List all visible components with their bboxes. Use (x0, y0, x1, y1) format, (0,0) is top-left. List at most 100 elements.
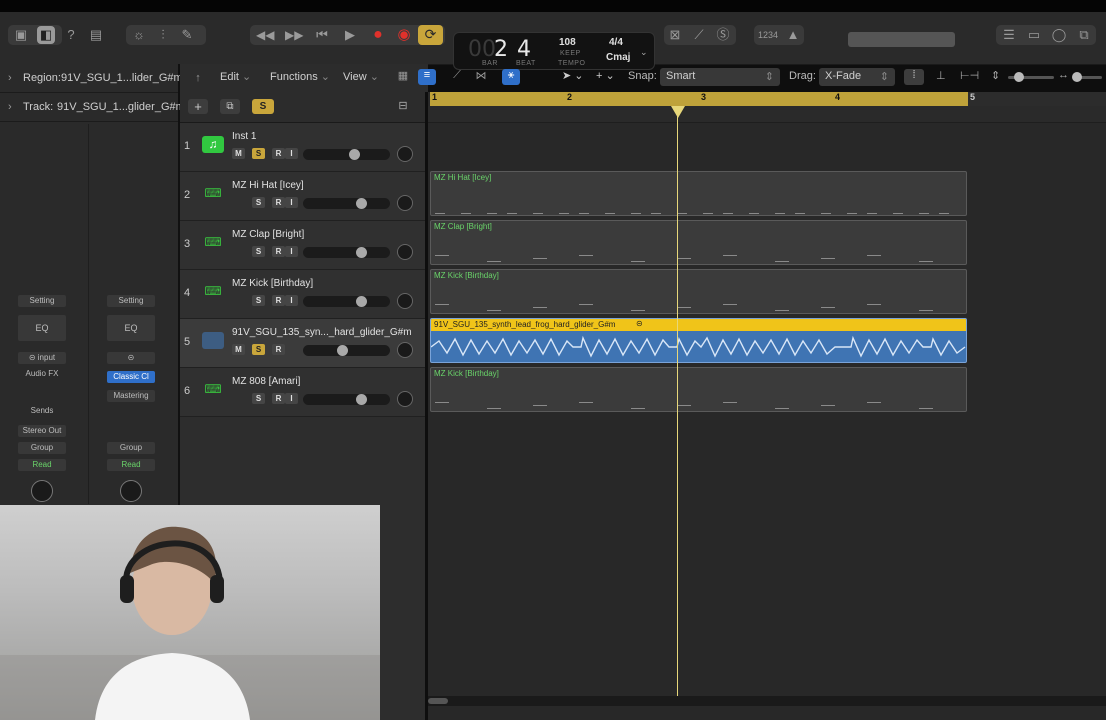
input-monitor-button[interactable]: I (285, 295, 298, 306)
capture-recording-icon[interactable]: ◉ (395, 26, 413, 44)
record-enable-button[interactable]: R (272, 246, 285, 257)
go-to-start-icon[interactable]: ⏮ (313, 26, 331, 44)
vertical-zoom-slider[interactable] (1008, 72, 1054, 82)
sends-slot[interactable]: Sends (18, 405, 66, 417)
global-tracks-icon[interactable]: ⊟ (394, 99, 412, 114)
volume-slider-thumb[interactable] (356, 198, 367, 209)
pan-knob[interactable] (120, 480, 142, 502)
pan-knob[interactable] (397, 146, 413, 162)
playhead-handle[interactable] (671, 106, 685, 118)
input-monitor-button[interactable]: I (285, 148, 298, 159)
pan-knob[interactable] (397, 195, 413, 211)
automation-icon[interactable]: ⟋ (448, 69, 466, 85)
view-menu[interactable]: View ⌄ (343, 70, 379, 83)
track-name[interactable]: MZ Clap [Bright] (232, 229, 304, 240)
solo-button[interactable]: S (252, 148, 265, 159)
solo-button[interactable]: S (252, 393, 265, 404)
track-row[interactable]: 4 ⌨ MZ Kick [Birthday] S R I (180, 270, 425, 319)
ruler-ticks[interactable] (428, 106, 1106, 123)
back-arrow-icon[interactable]: ↑ (186, 69, 210, 87)
input-monitor-button[interactable]: I (285, 197, 298, 208)
volume-slider[interactable] (303, 198, 390, 209)
edit-menu[interactable]: Edit ⌄ (220, 70, 251, 83)
track-name[interactable]: MZ 808 [Amari] (232, 376, 300, 387)
slider-thumb[interactable] (1072, 72, 1082, 82)
lcd-dropdown-icon[interactable]: ⌄ (640, 47, 648, 58)
pointer-tool-icon[interactable]: ➤ ⌄ (562, 69, 584, 82)
pan-knob[interactable] (397, 342, 413, 358)
add-track-icon[interactable]: + (188, 99, 208, 114)
record-enable-button[interactable]: R (272, 197, 285, 208)
mastering-slot[interactable]: Mastering (107, 390, 155, 402)
functions-menu[interactable]: Functions ⌄ (270, 70, 330, 83)
play-icon[interactable]: ▶ (341, 26, 359, 44)
region-inspector-row[interactable]: › Region: 91V_SGU_1...lider_G#m (0, 64, 183, 93)
input-button[interactable]: ⊝ input (18, 352, 66, 364)
volume-slider[interactable] (303, 394, 390, 405)
setting-button[interactable]: Setting (107, 295, 155, 307)
pencil-icon[interactable]: ✎ (178, 26, 196, 44)
snap-select[interactable]: Smart ⇕ (660, 68, 780, 86)
fast-forward-icon[interactable]: ▶▶ (285, 26, 303, 44)
input-monitor-button[interactable]: I (285, 246, 298, 257)
group-button[interactable]: Group (18, 442, 66, 454)
audio-region[interactable]: 91V_SGU_135_synth_lead_frog_hard_glider_… (430, 318, 967, 363)
rewind-icon[interactable]: ◀◀ (256, 26, 274, 44)
track-name[interactable]: MZ Kick [Birthday] (232, 278, 313, 289)
record-icon[interactable]: ● (369, 26, 387, 44)
solo-button[interactable]: S (252, 197, 265, 208)
audio-fx-slot[interactable]: Audio FX (18, 368, 66, 380)
inspector-icon[interactable]: ◧ (37, 26, 55, 44)
replace-icon[interactable]: ⊠ (666, 26, 684, 44)
track-name[interactable]: Inst 1 (232, 131, 256, 142)
volume-slider-thumb[interactable] (356, 394, 367, 405)
volume-slider-thumb[interactable] (356, 247, 367, 258)
vertical-zoom-fit-icon[interactable]: ⊥ (936, 69, 946, 82)
count-in-label[interactable]: 1234 (758, 30, 778, 40)
plugin-slot[interactable]: Classic Cl (107, 371, 155, 383)
output-button[interactable]: Stereo Out (18, 425, 66, 437)
record-enable-button[interactable]: R (272, 295, 285, 306)
group-button[interactable]: Group (107, 442, 155, 454)
volume-slider-thumb[interactable] (349, 149, 360, 160)
mute-button[interactable]: M (232, 148, 245, 159)
volume-slider-thumb[interactable] (337, 345, 348, 356)
record-enable-button[interactable]: R (272, 148, 285, 159)
horizontal-zoom-fit-icon[interactable]: ⊢⊣ (960, 69, 979, 82)
solo-mode-icon[interactable]: Ⓢ (714, 26, 732, 44)
list-editors-icon[interactable]: ☰ (1000, 26, 1018, 44)
ruler[interactable] (968, 92, 1106, 106)
record-enable-button[interactable]: R (272, 393, 285, 404)
volume-slider[interactable] (303, 149, 390, 160)
eq-button[interactable]: EQ (107, 315, 155, 341)
loop-browser-icon[interactable]: ◯ (1050, 26, 1068, 44)
list-view-icon[interactable]: ≡ (418, 69, 436, 85)
track-row[interactable]: 2 ⌨ MZ Hi Hat [Icey] S R I (180, 172, 425, 221)
automation-button[interactable]: Read (107, 459, 155, 471)
automation-button[interactable]: Read (18, 459, 66, 471)
global-solo-button[interactable]: S (252, 99, 274, 114)
record-enable-button[interactable]: R (272, 344, 285, 355)
catch-playhead-icon[interactable]: ⚹ (502, 69, 520, 85)
solo-button[interactable]: S (252, 295, 265, 306)
midi-region[interactable]: MZ Hi Hat [Icey] (430, 171, 967, 216)
track-name[interactable]: 91V_SGU_135_syn..._hard_glider_G#m (232, 327, 412, 338)
scrollbar-thumb[interactable] (428, 698, 448, 704)
midi-region[interactable]: MZ Clap [Bright] (430, 220, 967, 265)
volume-slider[interactable] (303, 345, 390, 356)
flex-icon[interactable]: ⋈ (472, 69, 490, 85)
setting-button[interactable]: Setting (18, 295, 66, 307)
horizontal-zoom-icon[interactable]: ↔ (1058, 69, 1069, 81)
horizontal-zoom-slider[interactable] (1072, 72, 1102, 82)
mixer-icon[interactable]: ⫶ (154, 26, 172, 44)
pan-knob[interactable] (397, 293, 413, 309)
volume-slider-thumb[interactable] (356, 296, 367, 307)
browser-icon[interactable]: ⧉ (1075, 26, 1093, 44)
disclosure-arrow-icon[interactable]: › (8, 101, 12, 113)
library-icon[interactable]: ▣ (12, 26, 30, 44)
midi-region[interactable]: MZ Kick [Birthday] (430, 269, 967, 314)
cycle-icon[interactable]: ⟳ (418, 25, 443, 45)
toolbar-icon[interactable]: ▤ (87, 26, 105, 44)
waveform-zoom-icon[interactable]: ⁞ (904, 69, 924, 85)
metronome-icon[interactable]: ▲ (784, 26, 802, 44)
